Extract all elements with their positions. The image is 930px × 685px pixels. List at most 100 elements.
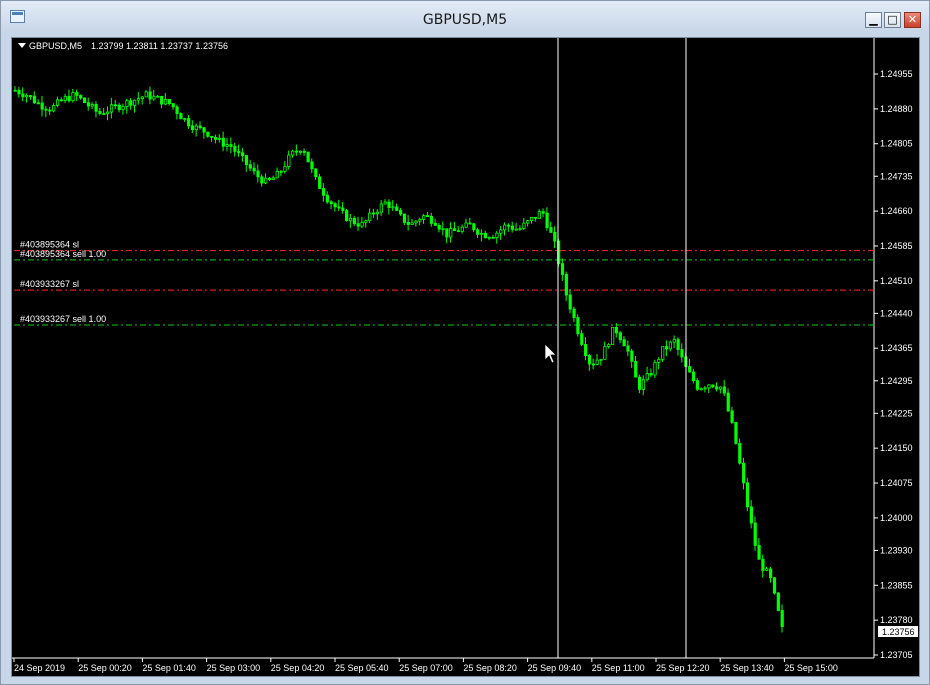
candle <box>742 457 746 490</box>
candle <box>206 131 210 138</box>
candle <box>506 223 511 232</box>
candle <box>437 223 441 233</box>
candle <box>514 222 518 231</box>
candle <box>264 173 268 185</box>
candlestick-series <box>13 86 784 633</box>
candle <box>657 357 661 370</box>
candle <box>194 123 198 137</box>
candle <box>745 477 750 512</box>
candle <box>560 258 565 281</box>
candle <box>445 228 449 244</box>
candle <box>718 386 723 394</box>
time-tick-label: 25 Sep 05:40 <box>335 663 389 673</box>
candle <box>117 102 121 113</box>
price-axis: 1.24955 1.24880 1.24805 1.24735 1.24660 1.245… <box>873 38 913 660</box>
candle <box>672 335 676 349</box>
candle <box>406 215 410 231</box>
candle <box>541 208 545 218</box>
time-tick-label: 25 Sep 04:20 <box>271 663 325 673</box>
candle <box>44 105 48 118</box>
time-tick-label: 25 Sep 01:40 <box>142 663 196 673</box>
time-tick-label: 25 Sep 09:40 <box>528 663 582 673</box>
candle <box>198 121 202 130</box>
candle <box>591 358 595 370</box>
price-tick-label: 1.24660 <box>880 206 913 216</box>
candle <box>82 97 87 104</box>
candle <box>306 151 310 163</box>
candle <box>40 96 44 117</box>
chart-menu-triangle-icon[interactable] <box>18 43 26 48</box>
candle <box>468 217 472 225</box>
candle <box>329 200 333 210</box>
candle <box>113 99 118 110</box>
candle <box>722 379 726 397</box>
candle <box>310 158 314 173</box>
candle <box>291 149 295 158</box>
price-tick-label: 1.24805 <box>880 139 913 149</box>
candle <box>676 337 680 356</box>
candle <box>345 208 349 222</box>
price-tick-label: 1.24440 <box>880 308 913 318</box>
candle <box>175 104 179 120</box>
candle <box>780 604 784 633</box>
candle <box>190 120 195 134</box>
candle <box>776 592 780 612</box>
candle <box>772 576 777 595</box>
candle <box>599 358 603 366</box>
candle <box>726 388 730 412</box>
close-button[interactable]: ✕ <box>904 12 921 28</box>
price-tick-label: 1.23705 <box>880 650 913 660</box>
candle <box>483 230 488 239</box>
candle <box>402 213 407 226</box>
time-axis: 24 Sep 2019 25 Sep 00:20 25 Sep 01:40 25 Se… <box>12 657 874 673</box>
candle <box>267 176 272 182</box>
order-line-label: #403933267 sell 1.00 <box>20 314 106 324</box>
candle <box>769 566 773 583</box>
chart-window: GBPUSD,M5 ▁ □ ✕ GBPUSD,M5 1.23799 1.2381… <box>0 0 930 685</box>
price-tick-label: 1.24735 <box>880 171 913 181</box>
candle <box>641 375 646 396</box>
price-chart[interactable]: GBPUSD,M5 1.23799 1.23811 1.23737 1.2375… <box>11 37 920 677</box>
candle <box>179 112 183 120</box>
minimize-button[interactable]: ▁ <box>865 12 882 28</box>
candle <box>456 226 461 233</box>
candle <box>321 183 326 202</box>
candle <box>476 227 480 238</box>
candle <box>522 218 526 231</box>
candle <box>144 89 148 98</box>
candle <box>526 219 530 227</box>
candle <box>537 209 541 219</box>
candle <box>372 208 376 218</box>
candle <box>260 174 264 187</box>
candle <box>298 150 303 156</box>
candle <box>140 96 144 105</box>
candle <box>156 95 160 98</box>
candle <box>217 134 222 143</box>
candle <box>79 94 83 100</box>
candle <box>691 368 696 384</box>
candle <box>753 516 757 551</box>
candle <box>618 330 622 344</box>
candle <box>36 99 40 105</box>
chart-canvas[interactable]: GBPUSD,M5 1.23799 1.23811 1.23737 1.2375… <box>12 38 919 676</box>
candle <box>133 99 137 113</box>
candle <box>383 199 387 205</box>
candle <box>368 208 372 224</box>
price-tick-label: 1.24365 <box>880 343 913 353</box>
time-tick-label: 25 Sep 03:00 <box>207 663 261 673</box>
candle <box>121 103 125 115</box>
price-tick-label: 1.24955 <box>880 69 913 79</box>
candle <box>611 326 615 345</box>
candle <box>580 329 584 347</box>
maximize-button[interactable]: □ <box>884 12 901 28</box>
candle <box>237 144 241 157</box>
price-tick-label: 1.23780 <box>880 615 913 625</box>
candle <box>479 229 484 242</box>
candle <box>32 91 37 104</box>
current-price-marker: 1.23756 <box>878 626 918 637</box>
candle <box>21 87 25 102</box>
candle <box>564 271 568 301</box>
title-bar[interactable]: GBPUSD,M5 ▁ □ ✕ <box>1 1 929 33</box>
candle <box>472 222 476 233</box>
candle <box>661 346 665 362</box>
